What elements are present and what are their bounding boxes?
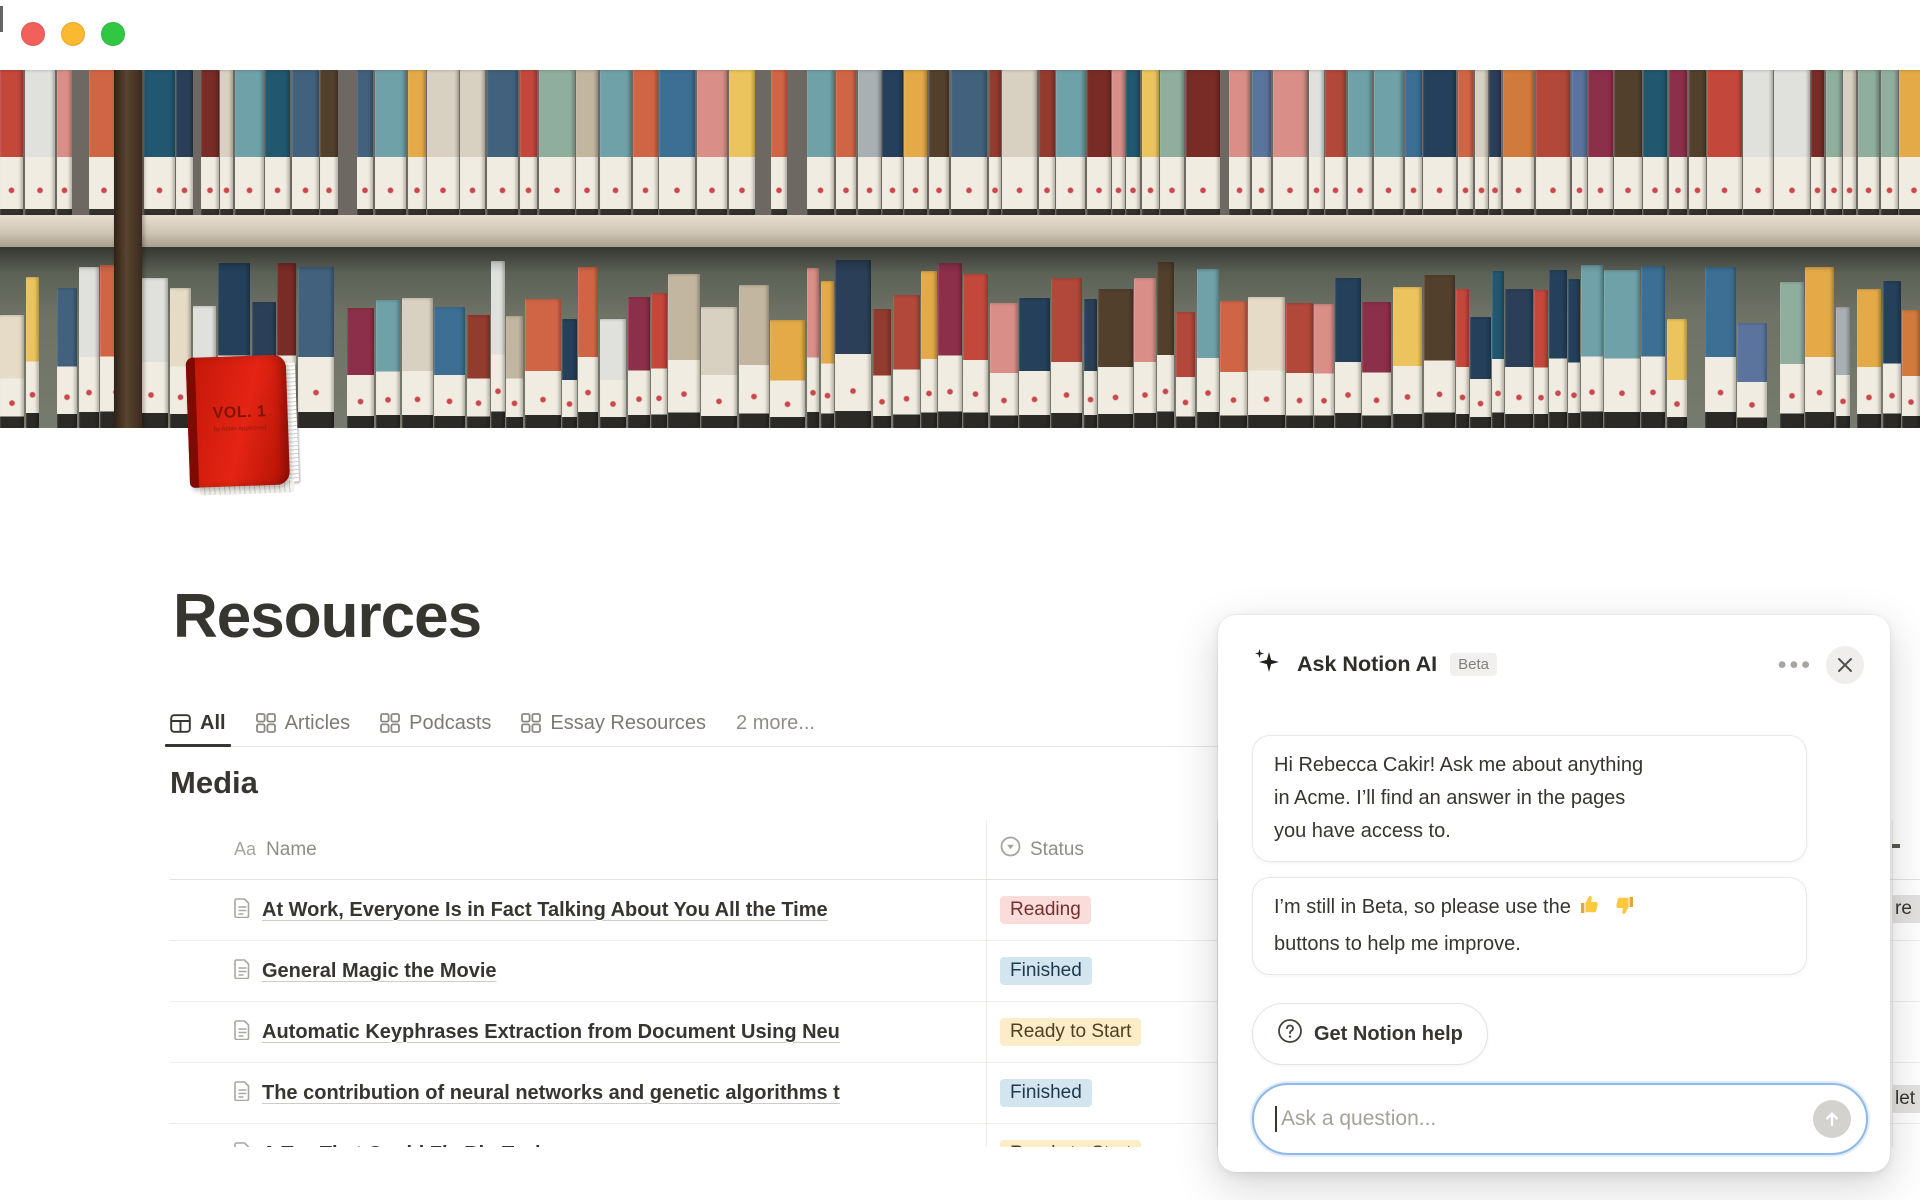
window-titlebar bbox=[0, 0, 1920, 70]
page-document-icon bbox=[234, 959, 251, 984]
thumbs-down-emoji bbox=[1612, 893, 1636, 928]
more-options-icon[interactable]: ••• bbox=[1778, 660, 1813, 670]
status-badge: Ready to Start bbox=[1000, 1140, 1141, 1147]
get-notion-help-label: Get Notion help bbox=[1314, 1023, 1463, 1046]
gallery-view-icon bbox=[521, 713, 541, 733]
table-view-icon bbox=[170, 714, 191, 733]
column-header-name[interactable]: Aa Name bbox=[170, 839, 986, 861]
database-title: Media bbox=[170, 765, 258, 801]
bookshelf-top-row bbox=[0, 70, 1920, 215]
page-document-icon bbox=[234, 1020, 251, 1045]
status-badge: Finished bbox=[1000, 957, 1092, 985]
page-title: Resources bbox=[173, 581, 481, 652]
tab-articles-label: Articles bbox=[285, 712, 351, 735]
status-badge: Ready to Start bbox=[1000, 1018, 1141, 1046]
tab-podcasts-label: Podcasts bbox=[409, 712, 491, 735]
ai-message-text: I’m still in Beta, so please use the bbox=[1274, 896, 1571, 918]
shelf-board bbox=[0, 215, 1920, 247]
tab-all[interactable]: All bbox=[170, 700, 226, 746]
name-cell[interactable]: General Magic the Movie bbox=[170, 959, 986, 984]
text-cursor bbox=[1275, 1106, 1277, 1132]
tab-essay-resources-label: Essay Resources bbox=[550, 712, 706, 735]
view-tabs: All Articles Podcasts Essay Resources 2 … bbox=[170, 700, 1218, 747]
page-document-icon bbox=[234, 898, 251, 923]
close-panel-button[interactable] bbox=[1826, 646, 1864, 684]
page-link[interactable]: At Work, Everyone Is in Fact Talking Abo… bbox=[262, 899, 828, 922]
get-notion-help-button[interactable]: Get Notion help bbox=[1252, 1003, 1488, 1065]
name-cell[interactable]: A Tax That Could Fix Big Tech bbox=[170, 1142, 986, 1148]
ai-sparkle-icon bbox=[1250, 645, 1284, 684]
zoom-window-button[interactable] bbox=[101, 22, 125, 46]
name-cell[interactable]: The contribution of neural networks and … bbox=[170, 1081, 986, 1106]
tab-podcasts[interactable]: Podcasts bbox=[380, 700, 491, 746]
beta-badge: Beta bbox=[1450, 653, 1497, 676]
status-cell[interactable]: Finished bbox=[986, 1079, 1217, 1107]
page-icon-closed-book-emoji[interactable]: VOL. 1 by Abbie Appleseed bbox=[186, 354, 303, 496]
status-cell[interactable]: Ready to Start bbox=[986, 1140, 1217, 1147]
status-badge: Reading bbox=[1000, 896, 1091, 924]
status-cell[interactable]: Reading bbox=[986, 896, 1217, 924]
tab-articles[interactable]: Articles bbox=[256, 700, 351, 746]
hidden-column-tag-fragment: let bbox=[1892, 1085, 1920, 1113]
bookcase-divider bbox=[114, 70, 142, 428]
name-cell[interactable]: Automatic Keyphrases Extraction from Doc… bbox=[170, 1020, 986, 1045]
status-property-icon bbox=[1000, 836, 1021, 863]
ask-question-inputbox[interactable] bbox=[1252, 1083, 1868, 1155]
page-link[interactable]: A Tax That Could Fix Big Tech bbox=[262, 1143, 547, 1148]
more-views-button[interactable]: 2 more... bbox=[736, 712, 815, 735]
page-link[interactable]: General Magic the Movie bbox=[262, 960, 497, 983]
book-cover-title: VOL. 1 bbox=[199, 403, 280, 424]
ai-panel-header: Ask Notion AI Beta ••• bbox=[1250, 645, 1864, 684]
ai-message: Hi Rebecca Cakir! Ask me about anything … bbox=[1252, 735, 1807, 862]
close-window-button[interactable] bbox=[21, 22, 45, 46]
hidden-column-tag-fragment: re bbox=[1892, 895, 1920, 923]
column-header-status[interactable]: Status bbox=[986, 836, 1217, 863]
text-property-icon: Aa bbox=[234, 839, 256, 860]
ai-message: I’m still in Beta, so please use the but… bbox=[1252, 877, 1807, 975]
gallery-view-icon bbox=[380, 713, 400, 733]
tab-all-label: All bbox=[200, 712, 226, 735]
page-link[interactable]: Automatic Keyphrases Extraction from Doc… bbox=[262, 1021, 840, 1044]
ai-panel-title: Ask Notion AI bbox=[1297, 652, 1437, 677]
name-column-label: Name bbox=[266, 839, 317, 861]
status-cell[interactable]: Finished bbox=[986, 957, 1217, 985]
minimize-window-button[interactable] bbox=[61, 22, 85, 46]
send-question-button[interactable] bbox=[1813, 1100, 1851, 1138]
status-badge: Finished bbox=[1000, 1079, 1092, 1107]
notion-window: { "colors": { "traffic_red": "#F1605B", … bbox=[0, 0, 1920, 1200]
page-document-icon bbox=[234, 1142, 251, 1148]
thumbs-up-emoji bbox=[1578, 893, 1602, 928]
page-document-icon bbox=[234, 1081, 251, 1106]
status-column-label: Status bbox=[1030, 839, 1084, 861]
gallery-view-icon bbox=[256, 713, 276, 733]
ask-notion-ai-panel: Ask Notion AI Beta ••• Hi Rebecca Cakir!… bbox=[1218, 615, 1890, 1172]
hidden-column-header-fragment bbox=[1892, 844, 1900, 848]
ask-question-input[interactable] bbox=[1279, 1106, 1813, 1132]
screen-edge-artifact bbox=[0, 6, 3, 32]
page-link[interactable]: The contribution of neural networks and … bbox=[262, 1082, 840, 1105]
tab-essay-resources[interactable]: Essay Resources bbox=[521, 700, 706, 746]
question-mark-icon bbox=[1277, 1018, 1303, 1050]
name-cell[interactable]: At Work, Everyone Is in Fact Talking Abo… bbox=[170, 898, 986, 923]
ai-message-text: buttons to help me improve. bbox=[1274, 933, 1521, 955]
status-cell[interactable]: Ready to Start bbox=[986, 1018, 1217, 1046]
